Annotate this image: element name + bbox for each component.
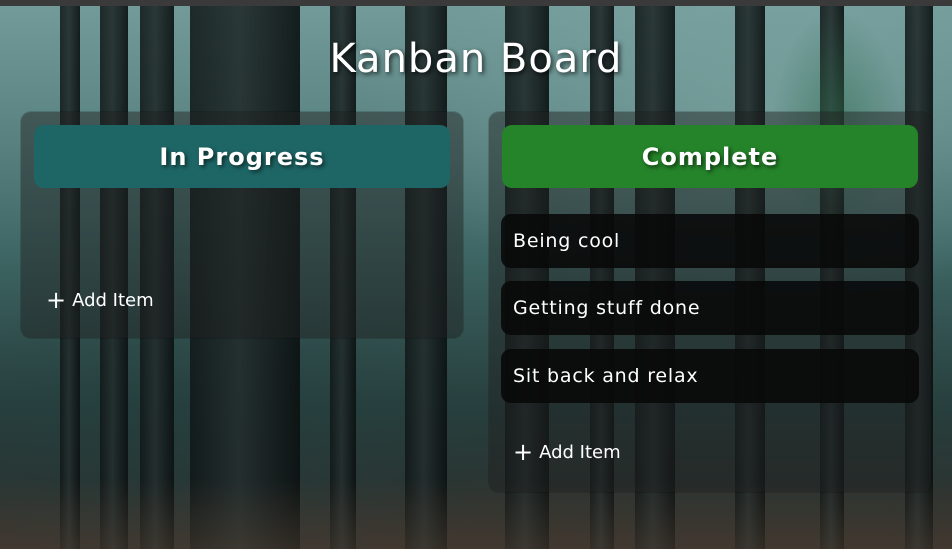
add-item-label: Add Item bbox=[539, 441, 621, 463]
column-header-in-progress[interactable]: In Progress bbox=[34, 125, 450, 188]
card-text: Being cool bbox=[513, 230, 621, 252]
add-item-button-in-progress[interactable]: + Add Item bbox=[46, 288, 154, 312]
page-title: Kanban Board bbox=[329, 36, 623, 82]
kanban-card[interactable]: Sit back and relax bbox=[501, 349, 919, 403]
column-header-complete[interactable]: Complete bbox=[502, 125, 918, 188]
kanban-card[interactable]: Being cool bbox=[501, 214, 919, 268]
card-text: Sit back and relax bbox=[513, 365, 699, 387]
column-in-progress: In Progress + Add Item bbox=[21, 112, 463, 338]
add-item-label: Add Item bbox=[72, 289, 154, 311]
add-item-button-complete[interactable]: + Add Item bbox=[513, 440, 621, 464]
kanban-card[interactable]: Getting stuff done bbox=[501, 281, 919, 335]
column-complete: Complete Being cool Getting stuff done S… bbox=[489, 112, 931, 492]
column-title: Complete bbox=[641, 142, 779, 171]
column-title: In Progress bbox=[159, 142, 325, 171]
plus-icon: + bbox=[513, 438, 534, 466]
window-top-bar bbox=[0, 0, 952, 6]
plus-icon: + bbox=[46, 286, 67, 314]
card-text: Getting stuff done bbox=[513, 297, 701, 319]
